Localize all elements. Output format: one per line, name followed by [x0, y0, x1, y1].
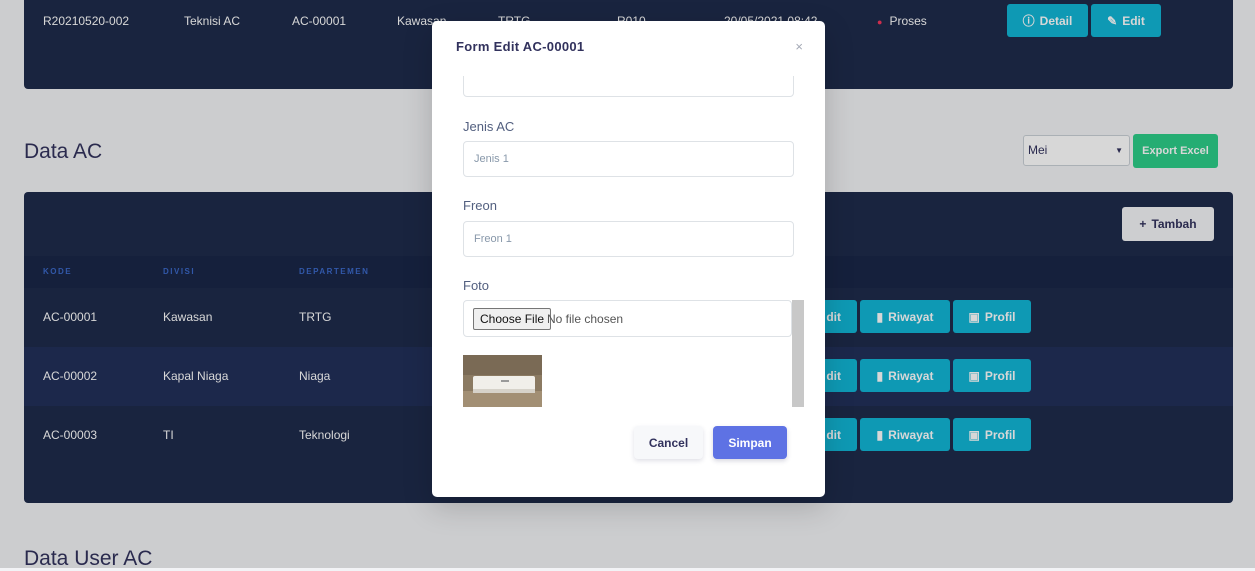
freon-label: Freon: [463, 198, 497, 213]
choose-file-button[interactable]: Choose File: [473, 308, 552, 330]
edit-ac-modal: Form Edit AC-00001 × Jenis AC Jenis 1 Fr…: [432, 21, 825, 497]
ac-unit-image: [463, 355, 542, 407]
modal-body: Jenis AC Jenis 1 Freon Freon 1 Foto Choo…: [432, 76, 825, 407]
close-icon[interactable]: ×: [795, 39, 803, 54]
file-status: No file chosen: [547, 312, 624, 326]
save-button[interactable]: Simpan: [713, 426, 787, 459]
scrollbar[interactable]: [792, 300, 804, 407]
jenis-ac-input[interactable]: Jenis 1: [463, 141, 794, 177]
cancel-button[interactable]: Cancel: [634, 426, 703, 459]
foto-label: Foto: [463, 278, 490, 293]
freon-input[interactable]: Freon 1: [463, 221, 794, 257]
jenis-ac-label: Jenis AC: [463, 119, 515, 134]
modal-title: Form Edit AC-00001: [456, 39, 585, 54]
previous-field-input[interactable]: [463, 76, 794, 97]
ac-photo-thumbnail: [463, 355, 542, 407]
foto-file-input[interactable]: Choose File No file chosen: [463, 300, 792, 337]
